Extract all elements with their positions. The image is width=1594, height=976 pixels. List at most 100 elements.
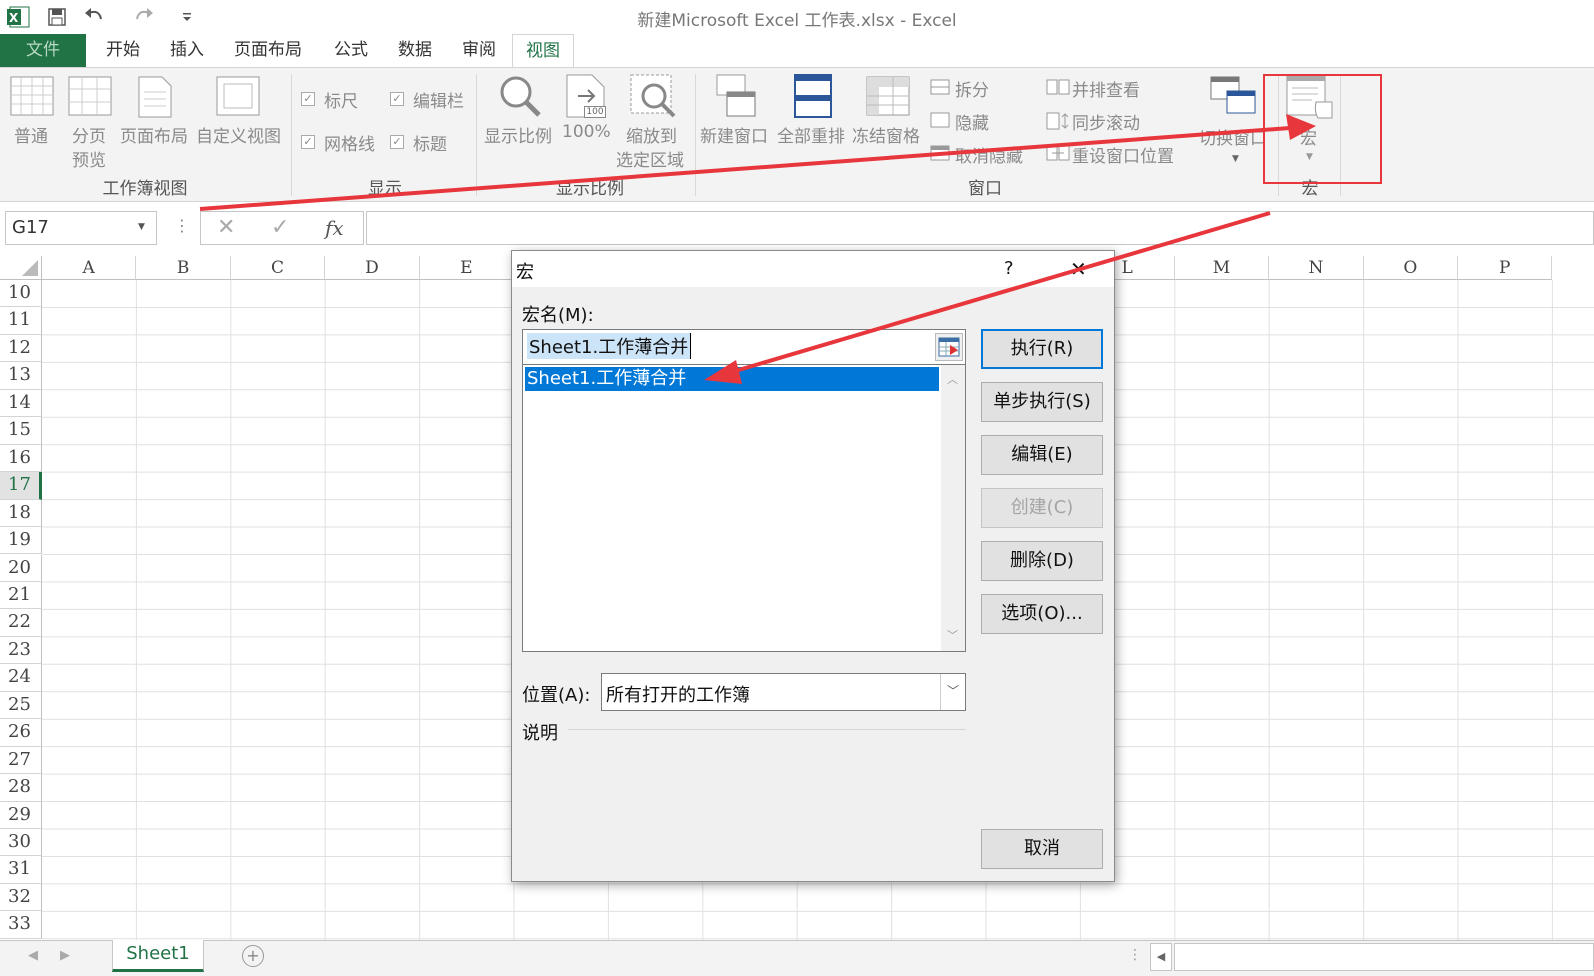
- step-into-button[interactable]: 单步执行(S): [981, 382, 1103, 422]
- sync-scroll-icon: [1046, 112, 1070, 134]
- edit-button[interactable]: 编辑(E): [981, 435, 1103, 475]
- macro-list-scrollbar[interactable]: ︿ ﹀: [941, 365, 965, 651]
- location-select[interactable]: 所有打开的工作簿 ﹀: [601, 673, 966, 711]
- zoom-to-selection-icon: [630, 74, 676, 122]
- page-layout-view-button[interactable]: 页面布局: [120, 122, 188, 147]
- name-box-dropdown-icon[interactable]: ▼: [138, 222, 145, 232]
- enter-icon[interactable]: ✓: [271, 215, 289, 240]
- tab-formulas[interactable]: 公式: [320, 34, 382, 68]
- description-divider: [568, 729, 966, 730]
- tab-review[interactable]: 审阅: [448, 34, 510, 68]
- normal-view-button[interactable]: 普通: [14, 122, 48, 147]
- macro-list[interactable]: Sheet1.工作薄合并 ︿ ﹀: [522, 364, 966, 652]
- arrange-all-button[interactable]: 全部重排: [777, 122, 845, 147]
- macro-dialog: 宏 ? ✕ 宏名(M): Sheet1.工作薄合并 Sheet1.工作薄合并 ︿…: [511, 250, 1115, 882]
- options-button[interactable]: 选项(O)...: [981, 594, 1103, 634]
- formula-bar-checkbox[interactable]: ✓: [390, 92, 404, 106]
- macro-name-label: 宏名(M):: [522, 305, 594, 326]
- macro-name-input[interactable]: Sheet1.工作薄合并: [522, 329, 966, 365]
- tab-splitter-icon[interactable]: ⋮: [1128, 947, 1142, 963]
- tab-insert[interactable]: 插入: [156, 34, 218, 68]
- help-icon[interactable]: ?: [1004, 258, 1014, 279]
- unhide-button[interactable]: 取消隐藏: [955, 142, 1023, 167]
- tab-page-layout[interactable]: 页面布局: [224, 34, 312, 68]
- run-button[interactable]: 执行(R): [981, 329, 1103, 369]
- zoom-group-label: 显示比例: [556, 179, 624, 199]
- create-button: 创建(C): [981, 488, 1103, 528]
- zoom-to-selection-label: 选定区域: [616, 151, 684, 171]
- hide-icon: [930, 112, 950, 132]
- close-icon[interactable]: ✕: [1070, 257, 1087, 281]
- show-group-label: 显示: [368, 179, 402, 199]
- tab-data[interactable]: 数据: [384, 34, 446, 68]
- gridlines-checkbox[interactable]: ✓: [301, 135, 315, 149]
- new-window-icon: [716, 74, 756, 122]
- arrange-all-icon: [794, 74, 832, 122]
- insert-function-icon[interactable]: fx: [325, 216, 344, 240]
- cancel-button[interactable]: 取消: [981, 829, 1103, 869]
- page-break-preview-label: 预览: [72, 151, 106, 171]
- switch-windows-button[interactable]: 切换窗口: [1199, 124, 1267, 149]
- page-break-preview-icon: [68, 76, 112, 120]
- zoom-100-badge: 100: [584, 106, 606, 118]
- freeze-panes-button[interactable]: 冻结窗格: [852, 122, 920, 147]
- side-by-side-icon: [1046, 79, 1070, 99]
- macro-name-value: Sheet1.工作薄合并: [527, 333, 692, 359]
- unhide-icon: [930, 145, 950, 165]
- prev-sheet-icon[interactable]: ◀: [28, 948, 38, 963]
- title-bar: X 新建Microsoft Excel 工作表.xlsx - Excel: [0, 0, 1594, 34]
- headings-checkbox[interactable]: ✓: [390, 135, 404, 149]
- headings-label: 标题: [413, 135, 447, 155]
- gridlines-label: 网格线: [324, 135, 375, 155]
- reset-window-position-button[interactable]: 重设窗口位置: [1072, 142, 1174, 167]
- page-break-preview-button[interactable]: 分页: [72, 122, 106, 147]
- formula-buttons: ✕ ✓ fx: [200, 211, 364, 245]
- formula-input[interactable]: [366, 211, 1594, 245]
- name-box-value: G17: [12, 217, 49, 238]
- macros-group-label: 宏: [1301, 179, 1319, 199]
- zoom-to-selection-button[interactable]: 缩放到: [626, 122, 677, 147]
- macros-dropdown-icon[interactable]: ▼: [1306, 152, 1313, 162]
- location-value: 所有打开的工作簿: [606, 685, 750, 706]
- hide-button[interactable]: 隐藏: [955, 109, 989, 134]
- macro-list-item[interactable]: Sheet1.工作薄合并: [525, 367, 939, 391]
- macros-button[interactable]: 宏: [1300, 124, 1317, 149]
- new-window-button[interactable]: 新建窗口: [700, 122, 768, 147]
- delete-button[interactable]: 删除(D): [981, 541, 1103, 581]
- add-sheet-icon[interactable]: +: [242, 945, 264, 967]
- normal-view-icon: [10, 76, 54, 120]
- switch-windows-icon: [1210, 76, 1256, 120]
- dialog-title: 宏: [516, 262, 534, 283]
- scroll-up-icon[interactable]: ︿: [947, 371, 958, 387]
- horizontal-scrollbar[interactable]: [1174, 943, 1594, 971]
- zoom-button[interactable]: 显示比例: [484, 122, 552, 147]
- collapse-dialog-icon[interactable]: [935, 333, 963, 361]
- next-sheet-icon[interactable]: ▶: [60, 948, 70, 963]
- sheet-tab-bar: ◀ ▶ Sheet1 + ⋮ ◀: [0, 940, 1594, 976]
- workbook-views-group-label: 工作簿视图: [102, 179, 188, 199]
- chevron-down-icon[interactable]: ﹀: [940, 674, 965, 710]
- ruler-checkbox[interactable]: ✓: [301, 92, 315, 106]
- tab-file[interactable]: 文件: [0, 34, 86, 68]
- macros-icon: [1286, 74, 1334, 124]
- custom-views-icon: [216, 76, 260, 120]
- scroll-left-icon[interactable]: ◀: [1150, 943, 1172, 971]
- description-label: 说明: [522, 723, 558, 744]
- view-side-by-side-button[interactable]: 并排查看: [1072, 76, 1140, 101]
- sheet-tab-sheet1[interactable]: Sheet1: [112, 940, 204, 972]
- sync-scroll-button[interactable]: 同步滚动: [1072, 109, 1140, 134]
- cancel-icon[interactable]: ✕: [217, 215, 235, 240]
- split-button[interactable]: 拆分: [955, 76, 989, 101]
- window-title: 新建Microsoft Excel 工作表.xlsx - Excel: [637, 11, 957, 31]
- switch-windows-dropdown-icon[interactable]: ▼: [1232, 154, 1239, 164]
- zoom-100-button[interactable]: 100%: [562, 122, 611, 142]
- name-box[interactable]: G17: [5, 211, 157, 245]
- custom-views-button[interactable]: 自定义视图: [196, 122, 281, 147]
- formula-bar: G17 ▼ ⋮ ✕ ✓ fx: [0, 202, 1594, 256]
- ruler-label: 标尺: [324, 92, 358, 112]
- tab-view[interactable]: 视图: [512, 34, 574, 68]
- dialog-title-bar: 宏 ? ✕: [512, 251, 1114, 287]
- scroll-down-icon[interactable]: ﹀: [947, 627, 958, 643]
- tab-home[interactable]: 开始: [92, 34, 154, 68]
- location-label: 位置(A):: [522, 685, 591, 706]
